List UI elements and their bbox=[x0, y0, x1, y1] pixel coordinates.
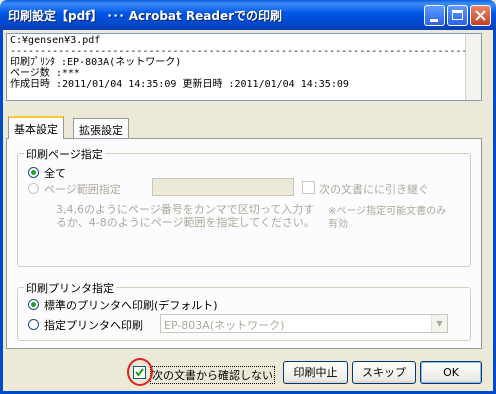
close-button[interactable] bbox=[470, 5, 491, 26]
minimize-icon bbox=[430, 19, 438, 22]
minimize-button[interactable] bbox=[424, 5, 445, 26]
radio-specified-printer[interactable] bbox=[28, 319, 39, 330]
printer-group-title: 印刷プリンタ指定 bbox=[24, 280, 116, 296]
info-page-count: ページ数 :*** bbox=[10, 68, 80, 79]
chevron-down-icon[interactable]: ▼ bbox=[431, 315, 447, 332]
tab-panel: 印刷ページ指定 全て ページ範囲指定 次の文書にに引き継ぐ 3,4,6のようにペ… bbox=[6, 138, 482, 349]
info-printer: 印刷ﾌﾟﾘﾝﾀ :EP-803A(ネットワーク) bbox=[10, 57, 182, 68]
default-printer-label: 標準のプリンタへ印刷(デフォルト) bbox=[44, 299, 218, 312]
next-doc-checkbox[interactable] bbox=[302, 181, 315, 194]
radio-default-printer[interactable] bbox=[28, 299, 39, 310]
page-range-label: ページ範囲指定 bbox=[44, 183, 121, 196]
info-scrollbar[interactable] bbox=[465, 34, 481, 100]
page-range-group-title: 印刷ページ指定 bbox=[24, 146, 105, 162]
tab-basic-settings-label: 基本設定 bbox=[14, 123, 58, 136]
skip-button[interactable]: スキップ bbox=[352, 361, 416, 384]
all-pages-label: 全て bbox=[44, 167, 66, 180]
specified-printer-label: 指定プリンタへ印刷 bbox=[44, 319, 143, 332]
window-title: 印刷設定【pdf】 ･･･ Acrobat Readerでの印刷 bbox=[8, 9, 283, 23]
window-frame-left bbox=[0, 30, 3, 394]
printer-select-value: EP-803A(ネットワーク) bbox=[164, 319, 285, 332]
tab-basic-settings[interactable]: 基本設定 bbox=[8, 116, 64, 139]
maximize-button[interactable] bbox=[447, 5, 468, 26]
cancel-print-button[interactable]: 印刷中止 bbox=[283, 361, 348, 384]
printer-select[interactable]: EP-803A(ネットワーク) ▼ bbox=[160, 314, 448, 333]
no-confirm-label: 次の文書から確認しない bbox=[150, 366, 275, 384]
next-doc-label: 次の文書にに引き継ぐ bbox=[319, 183, 429, 196]
printer-group: 印刷プリンタ指定 標準のプリンタへ印刷(デフォルト) 指定プリンタへ印刷 EP-… bbox=[17, 280, 471, 341]
title-bar[interactable]: 印刷設定【pdf】 ･･･ Acrobat Readerでの印刷 bbox=[0, 0, 496, 30]
page-range-hint: 3,4,6のようにページ番号をカンマで区切って入力するか、4-8のようにページ範… bbox=[56, 203, 315, 229]
info-separator: ----------------------------------------… bbox=[10, 46, 478, 57]
page-range-group: 印刷ページ指定 全て ページ範囲指定 次の文書にに引き継ぐ 3,4,6のようにペ… bbox=[17, 146, 471, 267]
maximize-icon bbox=[452, 10, 463, 20]
radio-all-pages[interactable] bbox=[28, 167, 39, 178]
page-range-input[interactable] bbox=[152, 178, 294, 196]
page-range-note: ※ページ指定可能文書のみ有効 bbox=[328, 206, 447, 230]
ok-button[interactable]: OK bbox=[420, 361, 482, 384]
tab-extended-settings[interactable]: 拡張設定 bbox=[73, 118, 129, 138]
close-icon bbox=[475, 10, 486, 21]
document-info-box[interactable]: C:¥gensen¥3.pdf ------------------------… bbox=[6, 33, 482, 101]
tab-extended-settings-label: 拡張設定 bbox=[79, 124, 123, 137]
radio-page-range[interactable] bbox=[28, 183, 39, 194]
annotation-circle bbox=[127, 358, 153, 386]
info-file-path: C:¥gensen¥3.pdf bbox=[10, 35, 101, 46]
info-dates: 作成日時 :2011/01/04 14:35:09 更新日時 :2011/01/… bbox=[10, 79, 349, 90]
